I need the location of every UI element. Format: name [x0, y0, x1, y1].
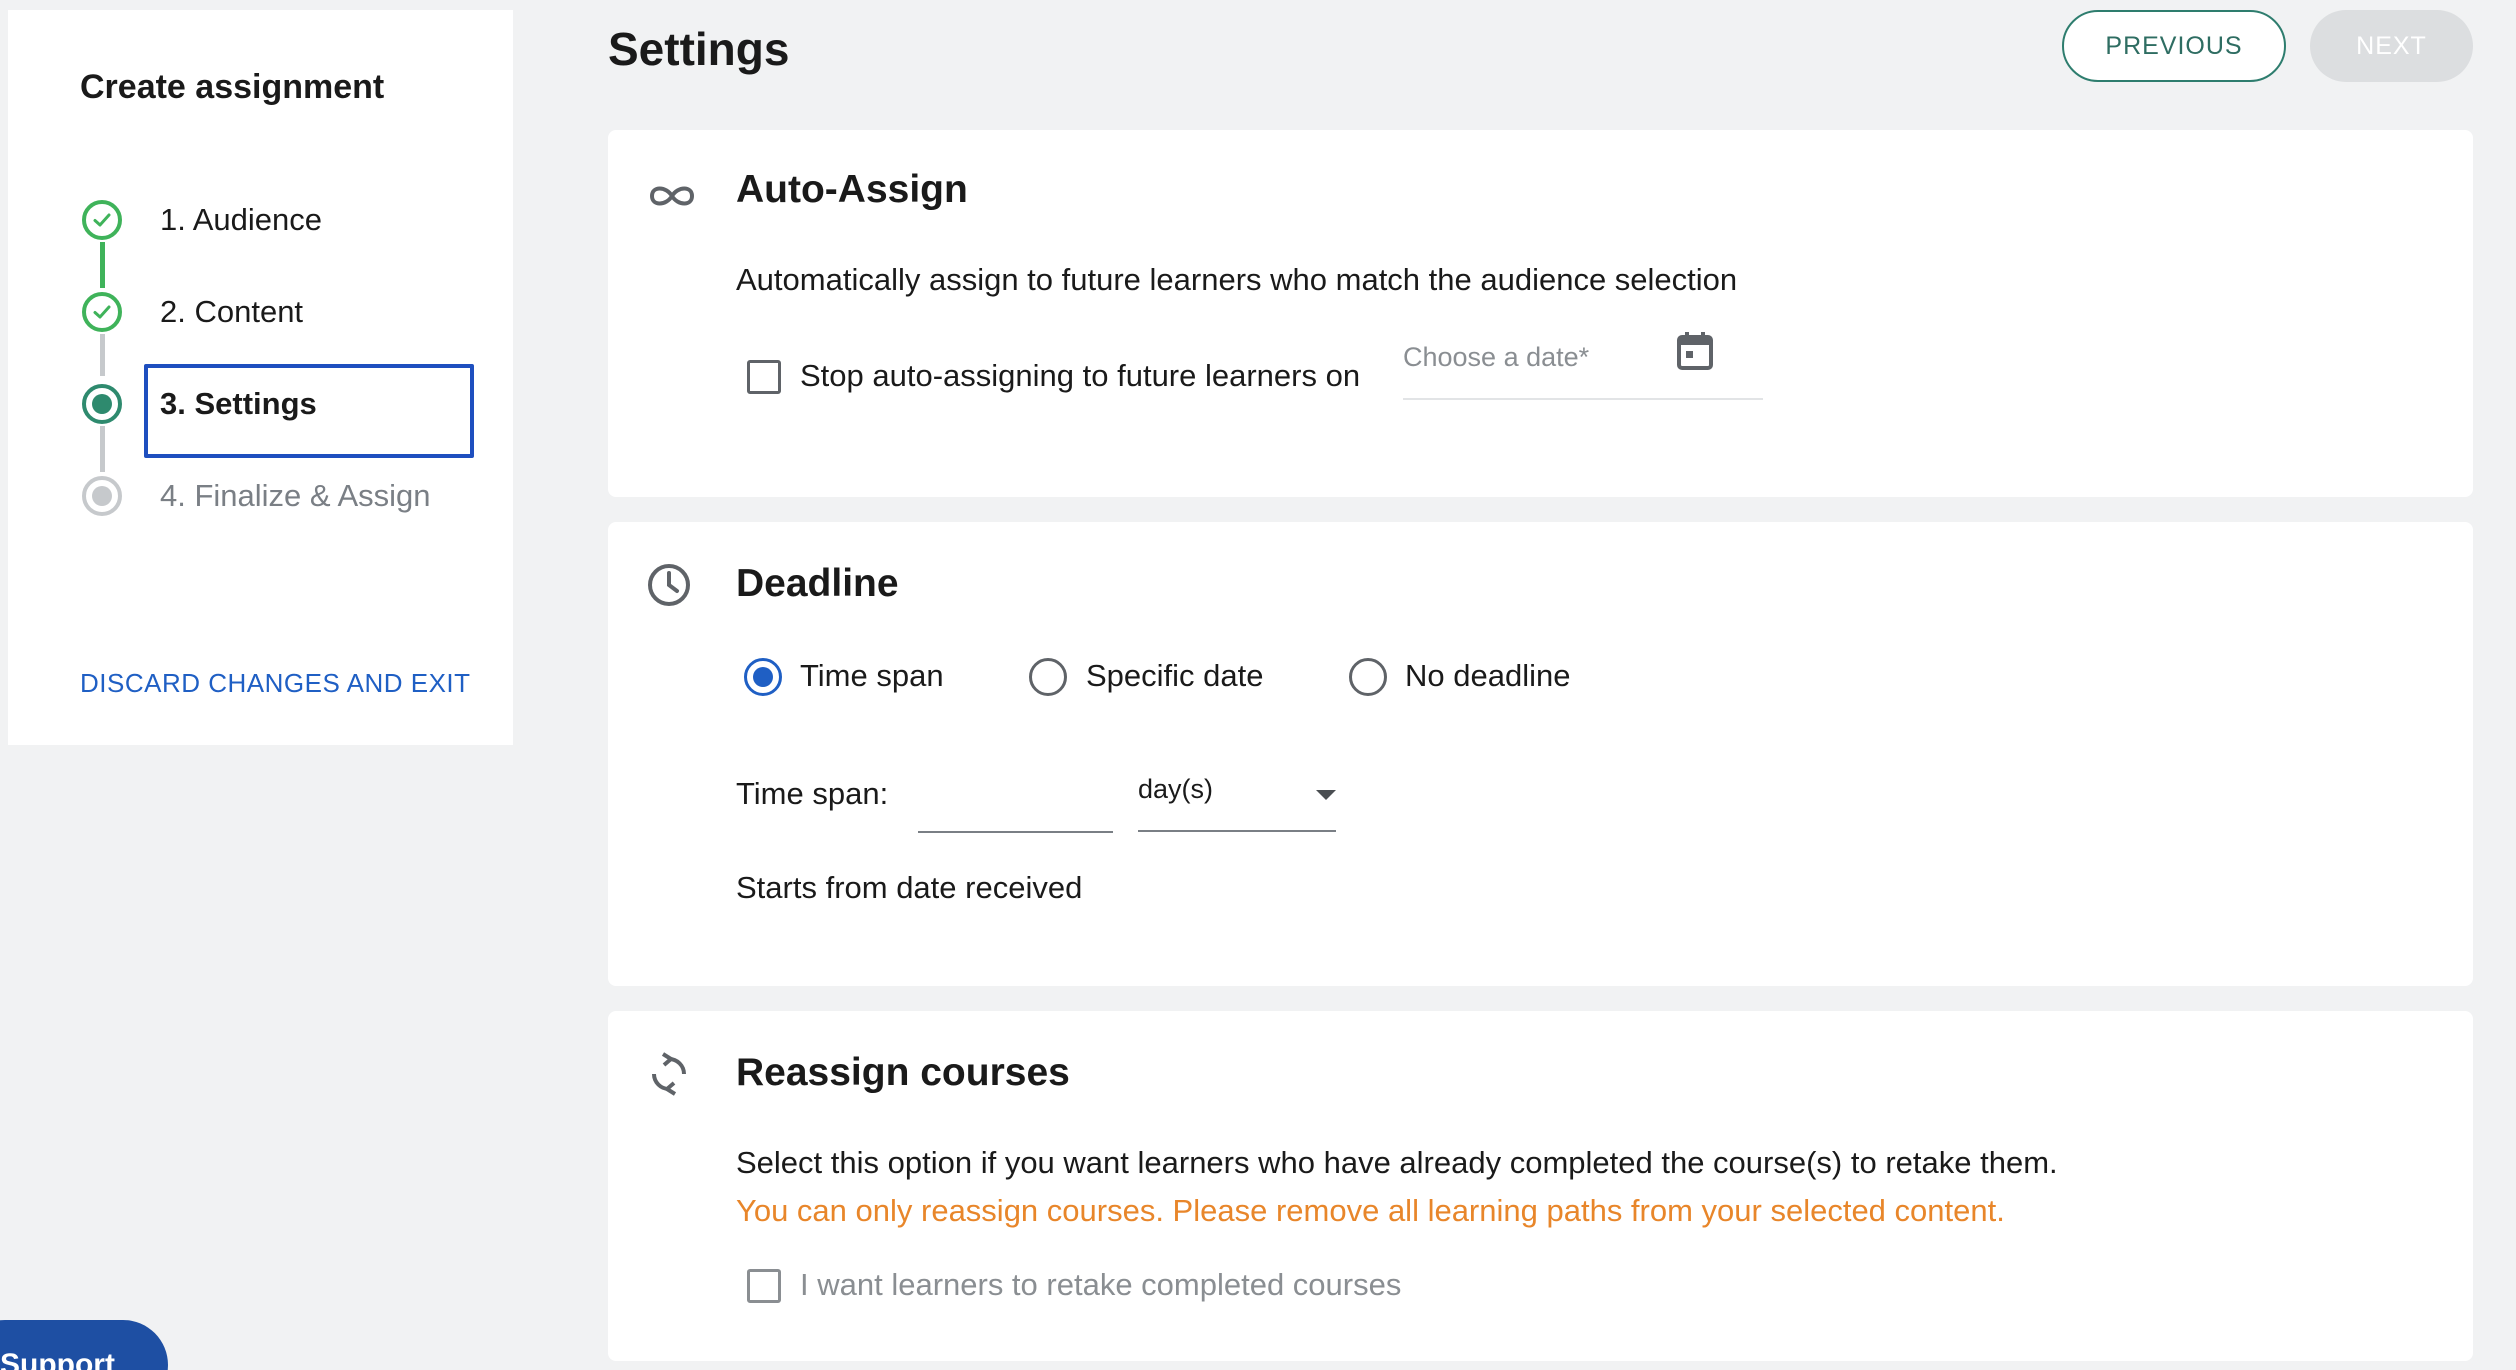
support-button[interactable]: Support: [0, 1320, 168, 1370]
step-audience[interactable]: 1. Audience: [72, 190, 492, 250]
current-step-icon: [82, 384, 122, 424]
reassign-title: Reassign courses: [736, 1051, 1070, 1094]
calendar-icon[interactable]: [1675, 330, 1715, 377]
radio-time-span-label: Time span: [800, 658, 944, 693]
starts-from-text: Starts from date received: [736, 870, 1083, 905]
auto-assign-title: Auto-Assign: [736, 168, 968, 211]
radio-specific-date-label: Specific date: [1086, 658, 1264, 693]
infinity-icon: [646, 178, 698, 219]
sidebar-title: Create assignment: [80, 68, 385, 106]
step-settings[interactable]: 3. Settings: [72, 364, 492, 458]
stop-auto-assign-label: Stop auto-assigning to future learners o…: [800, 358, 1361, 393]
date-placeholder: Choose a date*: [1403, 342, 1590, 372]
date-field[interactable]: Choose a date*: [1403, 330, 1763, 400]
check-circle-icon: [82, 200, 122, 240]
stop-auto-assign-checkbox[interactable]: [747, 360, 781, 394]
reassign-card: Reassign courses Select this option if y…: [608, 1011, 2473, 1361]
deadline-title: Deadline: [736, 562, 899, 605]
page: Create assignment 1. Audience 2. Content: [0, 0, 2516, 1370]
step-content[interactable]: 2. Content: [72, 282, 492, 342]
retake-courses-checkbox[interactable]: [747, 1269, 781, 1303]
deadline-card: Deadline Time span Specific date No dead…: [608, 522, 2473, 986]
radio-no-deadline-label: No deadline: [1405, 658, 1571, 693]
step-label: 1. Audience: [160, 202, 323, 237]
retake-courses-label: I want learners to retake completed cour…: [800, 1267, 1402, 1302]
pending-step-icon: [82, 476, 122, 516]
radio-specific-date[interactable]: [1029, 658, 1067, 696]
time-unit-value: day(s): [1138, 774, 1214, 804]
caret-down-icon: [1316, 790, 1336, 800]
radio-no-deadline[interactable]: [1349, 658, 1387, 696]
radio-time-span[interactable]: [744, 658, 782, 696]
next-button[interactable]: NEXT: [2310, 10, 2473, 82]
time-span-input[interactable]: [918, 777, 1113, 833]
auto-assign-card: Auto-Assign Automatically assign to futu…: [608, 130, 2473, 497]
refresh-icon: [646, 1051, 692, 1102]
check-circle-icon: [82, 292, 122, 332]
sidebar: Create assignment 1. Audience 2. Content: [8, 10, 513, 745]
discard-changes-link[interactable]: DISCARD CHANGES AND EXIT: [80, 668, 471, 699]
reassign-warning: You can only reassign courses. Please re…: [736, 1193, 2005, 1228]
time-unit-select[interactable]: day(s): [1138, 760, 1336, 832]
reassign-description: Select this option if you want learners …: [736, 1145, 2058, 1180]
previous-button[interactable]: PREVIOUS: [2062, 10, 2286, 82]
time-span-label: Time span:: [736, 776, 889, 811]
step-label: 3. Settings: [160, 386, 317, 421]
clock-icon: [646, 562, 692, 613]
auto-assign-description: Automatically assign to future learners …: [736, 262, 1738, 297]
step-finalize[interactable]: 4. Finalize & Assign: [72, 466, 492, 526]
step-label: 4. Finalize & Assign: [160, 478, 431, 513]
page-title: Settings: [608, 23, 790, 75]
step-label: 2. Content: [160, 294, 304, 329]
